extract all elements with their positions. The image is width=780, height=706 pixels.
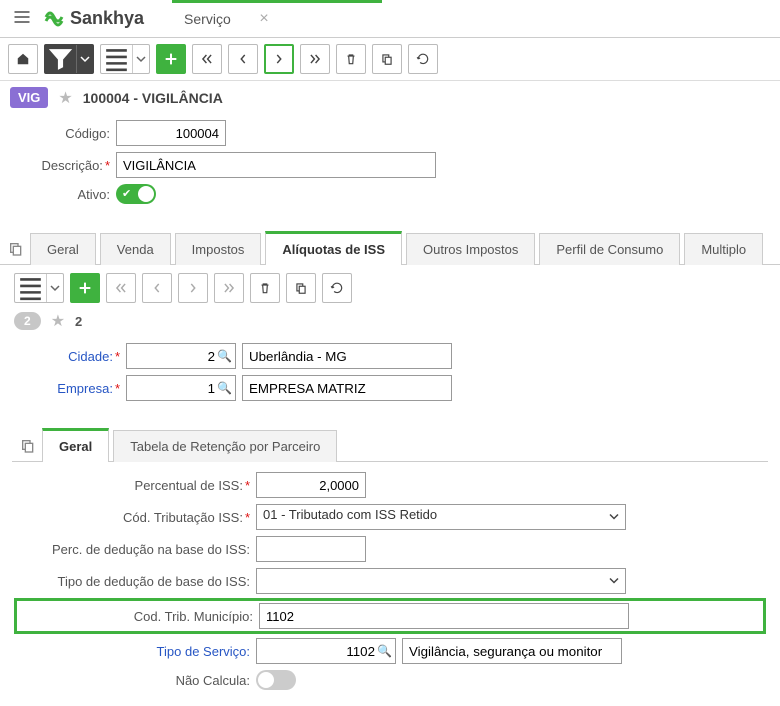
tipo-servico-label: Tipo de Serviço: [16,644,256,659]
perc-deducao-label: Perc. de dedução na base do ISS: [16,542,256,557]
app-tab-label: Serviço [184,11,231,27]
tab-impostos[interactable]: Impostos [175,233,262,265]
menu-icon[interactable] [8,3,36,34]
chevron-down-icon [609,574,619,589]
descricao-label: Descrição:* [16,158,116,173]
highlighted-row: Cod. Trib. Município: [14,598,766,634]
first-button[interactable] [192,44,222,74]
copy-button[interactable] [372,44,402,74]
brand-text: Sankhya [70,8,144,29]
nao-calcula-toggle[interactable] [256,670,296,690]
copy-tabs-icon[interactable] [8,241,24,260]
list-view-button[interactable] [100,44,150,74]
tab-venda[interactable]: Venda [100,233,171,265]
perc-iss-field[interactable] [256,472,366,498]
tab-outros-impostos[interactable]: Outros Impostos [406,233,535,265]
sub-last-button[interactable] [214,273,244,303]
record-badge: VIG [10,87,48,108]
main-toolbar [0,38,780,81]
inner-tab-retencao[interactable]: Tabela de Retenção por Parceiro [113,430,337,462]
tipo-servico-desc-field[interactable] [402,638,622,664]
search-icon[interactable]: 🔍 [217,349,232,363]
sub-add-button[interactable] [70,273,100,303]
sub-toolbar [0,265,780,307]
close-icon[interactable]: × [259,10,268,28]
prev-button[interactable] [228,44,258,74]
sub-first-button[interactable] [106,273,136,303]
cod-trib-mun-label: Cod. Trib. Município: [19,609,259,624]
cod-trib-iss-select[interactable]: 01 - Tributado com ISS Retido [256,504,626,530]
cod-trib-mun-field[interactable] [259,603,629,629]
record-count-bar: 2 ★ 2 [0,307,780,335]
inner-tabs: Geral Tabela de Retenção por Parceiro [12,427,768,462]
home-button[interactable] [8,44,38,74]
main-tabs: Geral Venda Impostos Alíquotas de ISS Ou… [0,230,780,265]
ativo-label: Ativo: [16,187,116,202]
next-button[interactable] [264,44,294,74]
refresh-button[interactable] [408,44,438,74]
cidade-desc-field[interactable] [242,343,452,369]
add-button[interactable] [156,44,186,74]
count-chip: 2 [14,312,41,330]
record-title: 100004 - VIGILÂNCIA [83,90,223,106]
cod-trib-iss-value: 01 - Tributado com ISS Retido [263,507,437,522]
sub-count-text: 2 [75,314,82,329]
tab-aliquotas-iss[interactable]: Alíquotas de ISS [265,231,402,265]
sub-prev-button[interactable] [142,273,172,303]
sub-next-button[interactable] [178,273,208,303]
last-button[interactable] [300,44,330,74]
tipo-deducao-select[interactable] [256,568,626,594]
cidade-label: Cidade:* [16,349,126,364]
tipo-servico-code-field[interactable] [256,638,396,664]
sub-refresh-button[interactable] [322,273,352,303]
ativo-toggle[interactable]: ✔ [116,184,156,204]
main-form: Código: Descrição:* Ativo: ✔ [0,114,780,222]
search-icon[interactable]: 🔍 [217,381,232,395]
tab-geral[interactable]: Geral [30,233,96,265]
delete-button[interactable] [336,44,366,74]
search-icon[interactable]: 🔍 [377,644,392,658]
detail-form: Percentual de ISS:* Cód. Tributação ISS:… [0,462,780,706]
chevron-down-icon [609,510,619,525]
empresa-label: Empresa:* [16,381,126,396]
tab-perfil-consumo[interactable]: Perfil de Consumo [539,233,680,265]
tab-multiplo[interactable]: Multiplo [684,233,763,265]
inner-copy-tabs-icon[interactable] [20,438,36,457]
inner-tab-geral[interactable]: Geral [42,428,109,462]
sub-copy-button[interactable] [286,273,316,303]
sub-list-view-button[interactable] [14,273,64,303]
sub-delete-button[interactable] [250,273,280,303]
favorite-star-icon[interactable]: ★ [58,88,72,108]
nao-calcula-label: Não Calcula: [16,673,256,688]
aliquota-form: Cidade:* 🔍 Empresa:* 🔍 [0,335,780,415]
tipo-deducao-label: Tipo de dedução de base do ISS: [16,574,256,589]
perc-deducao-field[interactable] [256,536,366,562]
sub-favorite-star-icon[interactable]: ★ [51,311,65,331]
brand-logo: Sankhya [42,7,144,31]
filter-button[interactable] [44,44,94,74]
descricao-field[interactable] [116,152,436,178]
record-header: VIG ★ 100004 - VIGILÂNCIA [0,81,780,114]
app-tab-servico[interactable]: Serviço × [168,3,279,35]
codigo-field[interactable] [116,120,226,146]
perc-iss-label: Percentual de ISS:* [16,478,256,493]
cod-trib-iss-label: Cód. Tributação ISS:* [16,510,256,525]
empresa-desc-field[interactable] [242,375,452,401]
codigo-label: Código: [16,126,116,141]
